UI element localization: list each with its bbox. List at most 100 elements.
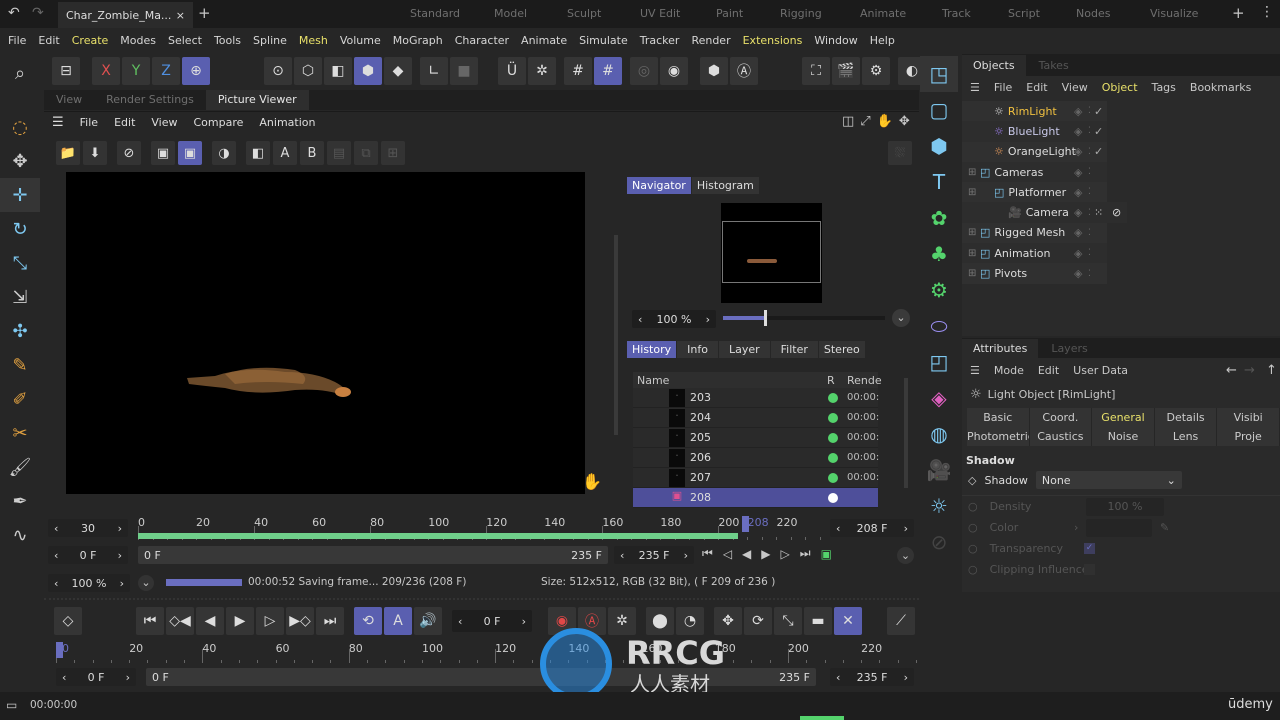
new-tab-icon[interactable]: +	[198, 4, 211, 22]
expand-icon[interactable]: ⊞	[968, 248, 980, 259]
next-key-icon[interactable]: ▶◇	[286, 607, 314, 635]
objects-menu-tags[interactable]: Tags	[1152, 81, 1176, 94]
tab-render-settings[interactable]: Render Settings	[94, 90, 206, 110]
edges-mode-icon[interactable]: ⬡	[294, 57, 322, 85]
tab-filter[interactable]: Filter	[770, 341, 818, 358]
layout-standard[interactable]: Standard	[410, 7, 460, 20]
menu-mograph[interactable]: MoGraph	[387, 34, 449, 47]
attr-menu-user-data[interactable]: User Data	[1073, 364, 1128, 377]
pv-options-icon[interactable]: ⌄	[897, 547, 914, 564]
key-param-icon[interactable]: ▬	[804, 607, 832, 635]
expand-icon[interactable]: ⊞	[968, 187, 994, 198]
timeline-end-field[interactable]: ‹ 235 F ›	[830, 668, 914, 686]
panel-layout-icon[interactable]: ◫	[842, 114, 854, 129]
pv-current-frame-field[interactable]: ‹ 208 F ›	[830, 519, 914, 537]
filter-icon[interactable]: ⛆	[888, 141, 912, 165]
null-icon[interactable]: ◰	[920, 344, 958, 380]
fps-field[interactable]: ‹ 30 ›	[48, 519, 128, 537]
tab-caustics[interactable]: Caustics	[1029, 427, 1093, 446]
visibility-dots-icon[interactable]: ⁚	[1088, 187, 1091, 197]
axis-y-button[interactable]: Y	[122, 57, 150, 85]
layout-track[interactable]: Track	[942, 7, 971, 20]
prev-frame-button-icon[interactable]: ◀	[196, 607, 224, 635]
layout-model[interactable]: Model	[494, 7, 527, 20]
go-start-icon[interactable]: ⏮	[136, 607, 164, 635]
close-icon[interactable]: ×	[176, 9, 185, 22]
viewer-menu-animation[interactable]: Animation	[251, 116, 323, 129]
contrast-icon[interactable]: ◑	[212, 141, 236, 165]
undo-icon[interactable]: ↶	[8, 5, 20, 21]
history-row[interactable]: · 203 00:00:	[633, 388, 879, 408]
next-frame-icon[interactable]: ▷	[781, 547, 790, 561]
tab-attributes[interactable]: Attributes	[962, 338, 1039, 358]
playhead[interactable]	[741, 516, 749, 532]
solo-icon[interactable]: ■	[450, 57, 478, 85]
expand-icon[interactable]: ⊞	[968, 268, 980, 279]
tab-history[interactable]: History	[627, 341, 677, 358]
menu-help[interactable]: Help	[864, 34, 901, 47]
up-arrow-icon[interactable]: ↑	[1266, 363, 1277, 378]
tab-project[interactable]: Proje	[1217, 427, 1280, 446]
menu-create[interactable]: Create	[66, 34, 115, 47]
axis-z-button[interactable]: Z	[152, 57, 180, 85]
set-b-button[interactable]: B	[300, 141, 324, 165]
objects-menu-view[interactable]: View	[1062, 81, 1088, 94]
field-icon[interactable]: ⬭	[920, 308, 958, 344]
save-icon[interactable]: ⬇	[83, 141, 107, 165]
color-swatch[interactable]	[1086, 518, 1152, 537]
back-arrow-icon[interactable]: ←	[1226, 363, 1237, 378]
history-row[interactable]: · 205 00:00:	[633, 428, 879, 448]
tab-details[interactable]: Details	[1154, 408, 1218, 427]
attr-menu-mode[interactable]: Mode	[994, 364, 1024, 377]
render-settings-icon[interactable]: ⚙	[862, 57, 890, 85]
tab-photometric[interactable]: Photometric	[967, 427, 1030, 446]
last-frame-icon[interactable]: ⏭	[800, 546, 811, 561]
loop-icon[interactable]: ▣	[821, 547, 832, 561]
hamburger-attributes-icon[interactable]: ☰	[970, 364, 980, 377]
layer-icon[interactable]: ◈	[1074, 125, 1082, 138]
pin-icon[interactable]: ✥	[899, 114, 910, 129]
alpha-icon[interactable]: Ⓐ	[730, 57, 758, 85]
disabled-tool-icon[interactable]: ⊘	[920, 524, 958, 560]
object-item[interactable]: ☼ BlueLight ◈ ⁚ ✓	[962, 121, 1107, 142]
render-pv-icon[interactable]: 🎬	[832, 57, 860, 85]
prev-key-icon[interactable]: ◇◀	[166, 607, 194, 635]
history-row[interactable]: ▣ 208	[633, 488, 878, 508]
prev-frame-icon[interactable]: ◁	[723, 547, 732, 561]
tab-objects[interactable]: Objects	[962, 54, 1026, 76]
camera-tag-icon[interactable]: ⁙	[1094, 206, 1103, 219]
key-pla-icon[interactable]: ✕	[834, 607, 862, 635]
check-icon[interactable]: ✓	[1094, 125, 1103, 138]
pv-start-field[interactable]: ‹ 0 F ›	[48, 546, 128, 564]
redo-icon[interactable]: ↷	[32, 5, 44, 21]
volume-icon[interactable]: ◈	[920, 380, 958, 416]
history-scrollbar[interactable]	[904, 378, 908, 488]
layer-icon[interactable]: ◈	[1074, 145, 1082, 158]
play-back-icon[interactable]: ◀	[742, 547, 751, 561]
document-tab[interactable]: Char_Zombie_Ma... ×	[58, 2, 193, 28]
attr-menu-edit[interactable]: Edit	[1038, 364, 1059, 377]
hexagon-icon[interactable]: ⬢	[700, 57, 728, 85]
tab-picture-viewer[interactable]: Picture Viewer	[205, 90, 309, 110]
workplane-icon[interactable]: ∟	[420, 57, 448, 85]
layer-icon[interactable]: ◈	[1074, 166, 1082, 179]
visibility-dots-icon[interactable]: ⁚	[1088, 248, 1091, 258]
layout-animate[interactable]: Animate	[860, 7, 906, 20]
object-item[interactable]: ⊞ ◰ Animation ◈ ⁚	[962, 243, 1107, 264]
transform-icon[interactable]: ⇲	[0, 280, 40, 314]
check-icon[interactable]: ✓	[1094, 105, 1103, 118]
playhead[interactable]	[56, 642, 63, 658]
snap-lock-icon[interactable]: #	[594, 57, 622, 85]
layout-uv-edit[interactable]: UV Edit	[640, 7, 680, 20]
eyedropper-icon[interactable]: ✎	[1160, 521, 1169, 534]
generator-icon[interactable]: ✿	[920, 200, 958, 236]
knife-icon[interactable]: ✂	[0, 416, 40, 450]
column-render[interactable]: Rende	[847, 374, 882, 387]
object-item[interactable]: ⊞ ◰ Cameras ◈ ⁚	[962, 161, 1107, 183]
brush-icon[interactable]: 🖌	[0, 450, 40, 484]
zoom-dropdown-icon[interactable]: ⌄	[138, 575, 154, 591]
axis-x-button[interactable]: X	[92, 57, 120, 85]
navigator-options-icon[interactable]: ⌄	[892, 309, 910, 327]
menu-simulate[interactable]: Simulate	[573, 34, 634, 47]
region-active-icon[interactable]: ▣	[178, 141, 202, 165]
